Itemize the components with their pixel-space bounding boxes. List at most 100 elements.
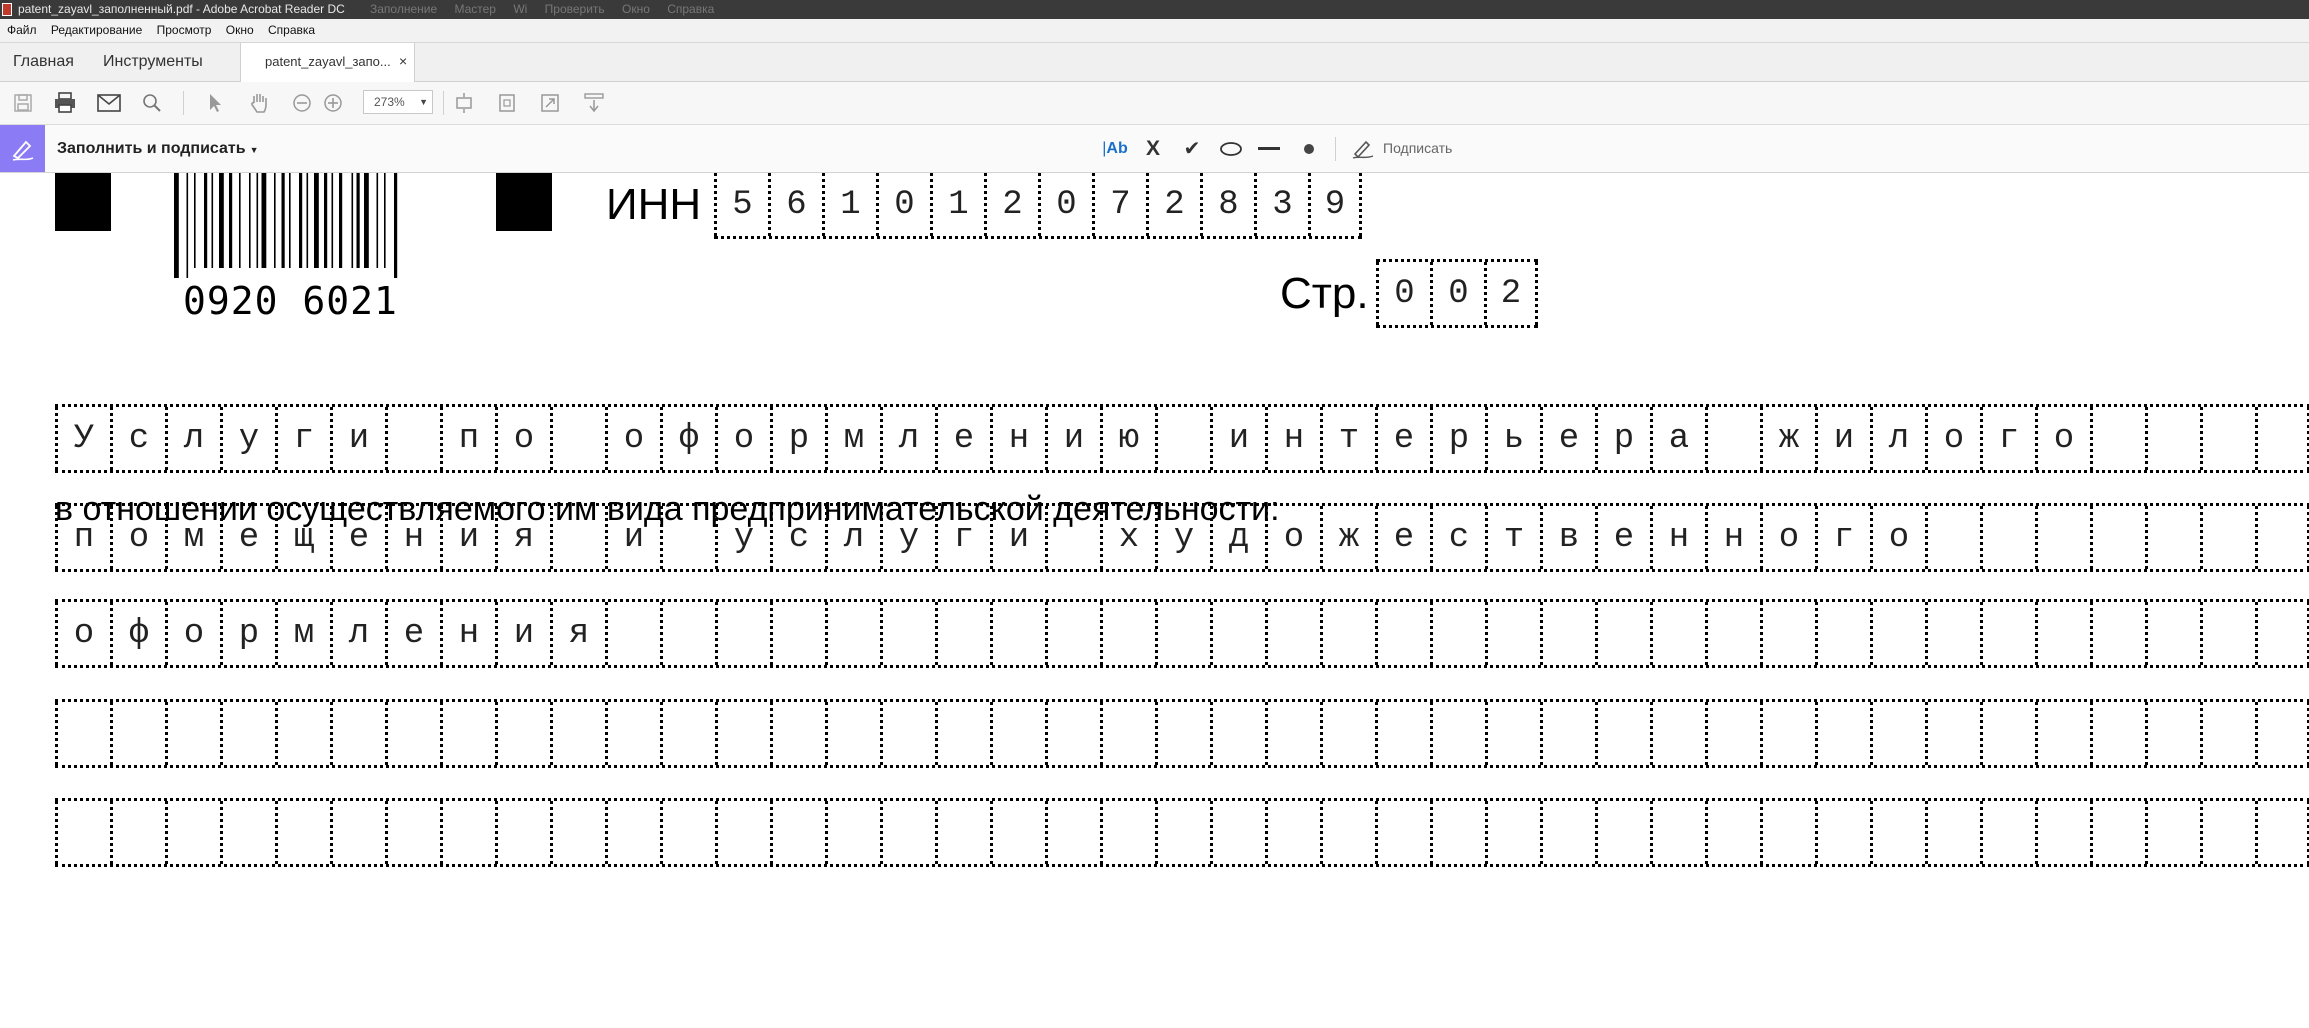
text-tool-icon: Ab (1106, 139, 1128, 157)
marker-square (496, 173, 552, 231)
page-digit-cell: 0 (1430, 262, 1484, 325)
activity-char-cell (1265, 702, 1320, 765)
activity-char-cell (2090, 801, 2145, 864)
activity-char-cell (1320, 801, 1375, 864)
email-icon[interactable] (94, 82, 124, 124)
barcode-bar (194, 173, 196, 268)
activity-char-cell (1815, 801, 1870, 864)
select-arrow-icon[interactable] (200, 82, 230, 124)
barcode-bar (324, 173, 328, 268)
inn-digit-cell: 0 (1038, 173, 1092, 236)
activity-char-cell (1980, 506, 2035, 569)
activity-char-cell (2145, 801, 2200, 864)
close-tab-icon[interactable]: × (399, 43, 407, 80)
search-icon[interactable] (137, 82, 167, 124)
activity-char-cell (825, 702, 880, 765)
cross-icon: X (1145, 136, 1160, 160)
print-icon[interactable] (50, 82, 80, 124)
activity-char-cell (1870, 801, 1925, 864)
activity-char-cell (550, 801, 605, 864)
zoom-out-icon[interactable] (287, 82, 317, 124)
activity-char-cell (1595, 702, 1650, 765)
hand-icon[interactable] (244, 82, 274, 124)
dot-tool[interactable] (1296, 125, 1322, 172)
activity-char-cell (1210, 801, 1265, 864)
tab-document[interactable]: patent_zayavl_запо... × (240, 43, 415, 82)
zoom-level-select[interactable]: 273% ▼ (363, 90, 433, 114)
activity-char-cell (1815, 702, 1870, 765)
line-tool[interactable] (1256, 125, 1282, 172)
zoom-in-icon[interactable] (318, 82, 348, 124)
activity-char-cell: и (440, 506, 495, 569)
menu-view[interactable]: Просмотр (157, 19, 212, 42)
cross-tool[interactable]: X (1140, 125, 1166, 172)
circle-tool[interactable] (1218, 125, 1244, 172)
zoom-value: 273% (374, 95, 405, 109)
sign-label[interactable]: Подписать (1383, 125, 1452, 172)
fill-sign-menu[interactable]: Заполнить и подписать ▼ (57, 125, 259, 174)
activity-char-cell (1925, 702, 1980, 765)
fit-page-icon[interactable] (449, 82, 479, 124)
activity-char-cell (1980, 801, 2035, 864)
activity-char-cell (880, 602, 935, 665)
barcode-bar (376, 173, 379, 268)
activity-char-cell (1925, 602, 1980, 665)
activity-char-cell (825, 801, 880, 864)
menu-help[interactable]: Справка (268, 19, 315, 42)
activity-row[interactable]: оформления (55, 599, 2309, 668)
activity-char-cell: г (1815, 506, 1870, 569)
rotate-icon[interactable] (492, 82, 522, 124)
activity-char-cell: у (1155, 506, 1210, 569)
activity-char-cell: м (165, 506, 220, 569)
activity-row[interactable] (55, 798, 2309, 867)
fill-sign-pen-icon[interactable] (0, 125, 45, 172)
activity-char-cell (1595, 602, 1650, 665)
menu-window[interactable]: Окно (226, 19, 254, 42)
activity-char-cell (2035, 702, 2090, 765)
activity-char-cell (990, 602, 1045, 665)
activity-char-cell: у (220, 407, 275, 470)
barcode-number: 0920 6021 (183, 279, 398, 323)
barcode-bar (174, 173, 179, 278)
activity-char-cell: е (1375, 407, 1430, 470)
activity-char-cell: я (550, 602, 605, 665)
activity-char-cell (1540, 602, 1595, 665)
activity-char-cell (715, 702, 770, 765)
check-tool[interactable]: ✔ (1179, 125, 1205, 172)
window-title: patent_zayavl_заполненный.pdf - Adobe Ac… (18, 2, 345, 16)
activity-char-cell (2200, 506, 2255, 569)
save-icon[interactable] (8, 82, 38, 124)
tab-tools[interactable]: Инструменты (103, 43, 203, 81)
inn-field[interactable]: 561012072839 (714, 173, 1362, 239)
scroll-icon[interactable] (579, 82, 609, 124)
activity-char-cell (385, 702, 440, 765)
inn-label: ИНН (606, 180, 702, 229)
activity-char-cell (1485, 801, 1540, 864)
activity-char-cell: н (1705, 506, 1760, 569)
page-number-field[interactable]: 002 (1376, 259, 1538, 328)
fullscreen-icon[interactable] (535, 82, 565, 124)
menu-edit[interactable]: Редактирование (51, 19, 142, 42)
barcode-bar (289, 173, 291, 268)
activity-char-cell (660, 506, 715, 569)
menu-file[interactable]: Файл (7, 19, 37, 42)
inn-digit-cell: 9 (1308, 173, 1362, 236)
activity-char-cell: с (110, 407, 165, 470)
inn-digit-cell: 2 (984, 173, 1038, 236)
activity-char-cell (1155, 801, 1210, 864)
activity-row[interactable] (55, 699, 2309, 768)
activity-char-cell (1485, 602, 1540, 665)
activity-char-cell: е (1375, 506, 1430, 569)
activity-char-cell: р (1430, 407, 1485, 470)
activity-char-cell: и (495, 602, 550, 665)
activity-char-cell (2090, 602, 2145, 665)
sign-tool[interactable] (1348, 125, 1378, 172)
activity-row[interactable]: Услугипооформлениюинтерьеражилого (55, 404, 2309, 473)
activity-char-cell: о (495, 407, 550, 470)
activity-char-cell: е (1595, 506, 1650, 569)
activity-row[interactable]: помещенияиуслугихудожественного (55, 503, 2309, 572)
tab-home[interactable]: Главная (13, 43, 74, 81)
activity-char-cell: м (825, 407, 880, 470)
activity-char-cell (1760, 801, 1815, 864)
add-text-tool[interactable]: |Ab (1098, 125, 1132, 172)
